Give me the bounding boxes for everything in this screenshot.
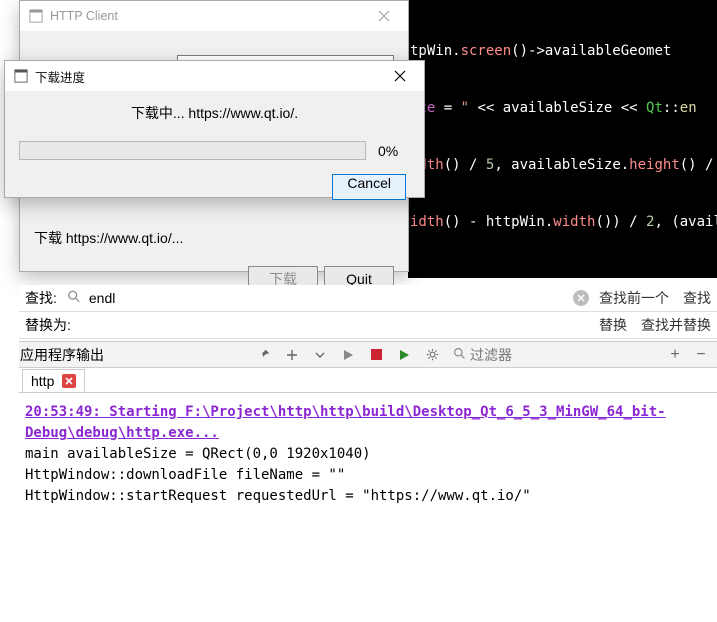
replace-button[interactable]: 替换 — [599, 315, 627, 335]
find-input[interactable] — [65, 287, 591, 310]
find-label: 查找: — [25, 288, 57, 308]
find-bar: 查找: 查找前一个 查找 — [19, 285, 717, 312]
output-pane-label: 应用程序输出 — [20, 345, 104, 365]
tab-close-icon[interactable] — [62, 374, 76, 388]
output-toolbar: 应用程序输出 + − — [19, 341, 717, 368]
progress-title: 下载进度 — [35, 67, 377, 86]
find-clear-icon[interactable] — [573, 290, 589, 306]
pinned-icon[interactable] — [253, 344, 275, 366]
replace-label: 替换为: — [25, 315, 71, 335]
cancel-button[interactable]: Cancel — [332, 174, 406, 200]
download-status: 下载 https://www.qt.io/... — [34, 228, 394, 248]
search-icon — [67, 290, 81, 307]
find-next-button[interactable]: 查找 — [683, 288, 711, 308]
run-debug-icon[interactable] — [393, 344, 415, 366]
output-tab-label: http — [31, 373, 54, 389]
progress-message: 下载中... https://www.qt.io/. — [19, 103, 410, 123]
gear-icon[interactable] — [421, 344, 443, 366]
progress-titlebar[interactable]: 下载进度 — [5, 61, 424, 91]
app-icon — [28, 8, 44, 24]
stop-icon[interactable] — [365, 344, 387, 366]
progress-bar — [19, 141, 366, 160]
filter-box — [449, 344, 659, 366]
zoom-in-icon[interactable]: + — [665, 346, 685, 364]
code-editor-background: tpWin.screen()->availableGeomet ize = " … — [408, 0, 717, 278]
tab-baseline — [19, 392, 717, 393]
replace-bar: 替换为: 替换 查找并替换 — [19, 312, 717, 339]
http-client-title: HTTP Client — [50, 9, 361, 23]
search-icon — [453, 347, 466, 363]
output-line: HttpWindow::downloadFile fileName = "" — [25, 465, 711, 486]
zoom-out-icon[interactable]: − — [691, 346, 711, 364]
expand-icon[interactable] — [281, 344, 303, 366]
download-progress-dialog: 下载进度 下载中... https://www.qt.io/. 0% Cance… — [4, 60, 425, 198]
http-client-titlebar[interactable]: HTTP Client — [20, 1, 408, 31]
output-text[interactable]: 20:53:49: Starting F:\Project\http\http\… — [19, 396, 717, 622]
close-icon[interactable] — [361, 2, 406, 30]
run-icon[interactable] — [337, 344, 359, 366]
find-input-wrapper — [65, 287, 591, 310]
replace-input[interactable] — [79, 314, 591, 337]
filter-input[interactable] — [466, 345, 655, 365]
progress-percent: 0% — [378, 143, 410, 159]
output-tab-http[interactable]: http — [22, 369, 85, 393]
close-icon[interactable] — [377, 62, 422, 90]
app-icon — [13, 68, 29, 84]
output-line: main availableSize = QRect(0,0 1920x1040… — [25, 444, 711, 465]
chevron-down-icon[interactable] — [309, 344, 331, 366]
output-start-line: 20:53:49: Starting F:\Project\http\http\… — [25, 402, 711, 444]
replace-all-button[interactable]: 查找并替换 — [641, 315, 711, 335]
find-prev-button[interactable]: 查找前一个 — [599, 288, 669, 308]
output-line: HttpWindow::startRequest requestedUrl = … — [25, 486, 711, 507]
